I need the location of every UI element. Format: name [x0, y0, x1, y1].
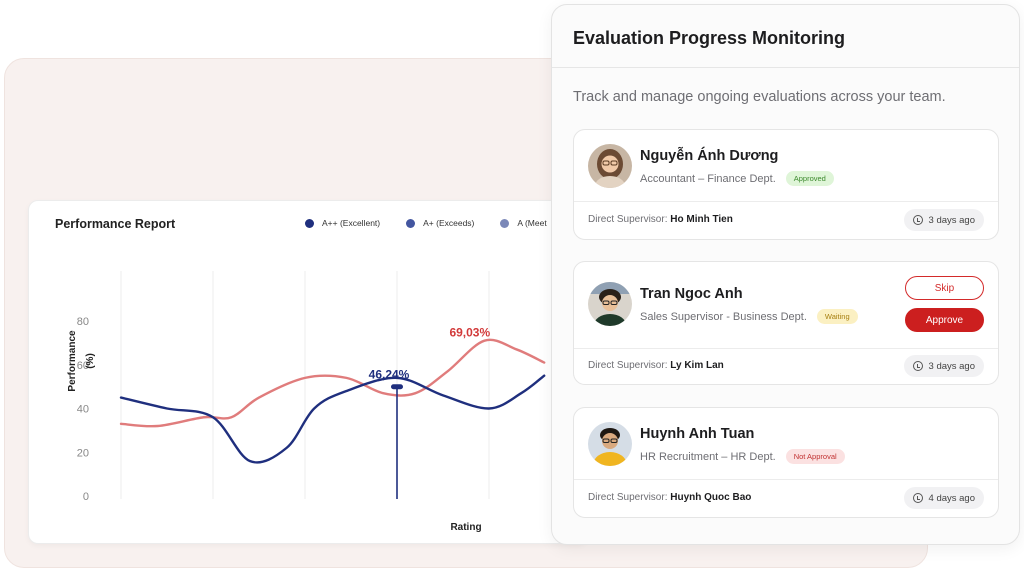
status-badge: Waiting: [816, 309, 858, 324]
avatar: [588, 144, 632, 188]
legend-item[interactable]: A+ (Exceeds): [406, 218, 474, 228]
supervisor-label: Direct Supervisor:: [588, 214, 668, 225]
evaluation-progress-card: Evaluation Progress Monitoring Track and…: [551, 4, 1020, 545]
evaluation-subtitle: Track and manage ongoing evaluations acr…: [573, 89, 946, 105]
legend-dot: [406, 218, 416, 228]
employee-card[interactable]: Nguyễn Ánh Dương Accountant – Finance De…: [573, 129, 999, 240]
supervisor-row: Direct Supervisor: Ho Minh Tien: [588, 214, 733, 225]
divider: [574, 348, 998, 349]
data-label: 46,24%: [369, 367, 410, 381]
legend-item[interactable]: A++ (Excellent): [305, 218, 380, 228]
supervisor-name: Ly Kim Lan: [670, 360, 724, 371]
performance-chart: 020406080Performance (%)Rating46,24%69,03…: [67, 271, 582, 533]
y-tick-label: 80: [77, 316, 89, 328]
avatar-image: [588, 282, 632, 326]
divider: [574, 201, 998, 202]
report-title: Performance Report: [55, 217, 176, 231]
time-ago-pill: 3 days ago: [903, 355, 984, 377]
supervisor-name: Huynh Quoc Bao: [670, 492, 752, 503]
divider: [552, 67, 1019, 68]
employee-role-row: Accountant – Finance Dept. Approved: [640, 171, 834, 186]
y-tick-label: 40: [77, 404, 89, 416]
supervisor-row: Direct Supervisor: Huynh Quoc Bao: [588, 492, 751, 503]
avatar: [588, 282, 632, 326]
employee-role: Accountant – Finance Dept.: [640, 172, 776, 185]
data-label: 69,03%: [449, 325, 490, 339]
y-axis-label-line: Performance: [67, 330, 78, 392]
x-axis-label: Rating: [450, 522, 481, 533]
supervisor-name: Ho Minh Tien: [670, 214, 733, 225]
clock-icon: [912, 493, 923, 503]
employee-card[interactable]: Huynh Anh Tuan HR Recruitment – HR Dept.…: [573, 407, 999, 518]
legend-dot: [500, 218, 510, 228]
employee-role-row: Sales Supervisor - Business Dept. Waitin…: [640, 309, 858, 324]
divider: [574, 479, 998, 480]
chart-legend: A++ (Excellent) A+ (Exceeds) A (Meet: [305, 218, 547, 228]
performance-report-card: 0 20 40 60 80 Performance (%) Rating 46,24% 69,03…: [28, 200, 588, 544]
employee-role: HR Recruitment – HR Dept.: [640, 450, 776, 463]
employee-name: Nguyễn Ánh Dương: [640, 148, 779, 164]
hover-marker: [391, 384, 403, 390]
employee-name: Tran Ngoc Anh: [640, 286, 743, 302]
clock-icon: [912, 361, 923, 371]
time-ago: 3 days ago: [928, 360, 975, 372]
skip-button[interactable]: Skip: [905, 276, 984, 300]
avatar: [588, 422, 632, 466]
employee-role: Sales Supervisor - Business Dept.: [640, 310, 807, 323]
legend-label: A+ (Exceeds): [423, 218, 475, 228]
approve-button[interactable]: Approve: [905, 308, 984, 332]
status-badge: Approved: [785, 171, 834, 186]
y-axis-label-line: (%): [85, 353, 96, 369]
employee-role-row: HR Recruitment – HR Dept. Not Approval: [640, 449, 845, 464]
supervisor-row: Direct Supervisor: Ly Kim Lan: [588, 360, 724, 371]
legend-label: A (Meet: [517, 218, 547, 228]
legend-item[interactable]: A (Meet: [500, 218, 547, 228]
avatar-image: [588, 422, 632, 466]
y-tick-label: 20: [77, 447, 89, 459]
series-line: [119, 374, 546, 464]
time-ago-pill: 4 days ago: [903, 487, 984, 509]
series-line: [119, 338, 546, 428]
supervisor-label: Direct Supervisor:: [588, 492, 668, 503]
y-tick-label: 0: [83, 491, 89, 503]
supervisor-label: Direct Supervisor:: [588, 360, 668, 371]
employee-card[interactable]: Tran Ngoc Anh Sales Supervisor - Busines…: [573, 261, 999, 385]
time-ago-pill: 3 days ago: [903, 209, 984, 231]
time-ago: 4 days ago: [928, 492, 975, 504]
avatar-image: [588, 144, 632, 188]
clock-icon: [912, 215, 923, 225]
legend-dot: [305, 218, 314, 228]
status-badge: Not Approval: [785, 449, 845, 464]
employee-name: Huynh Anh Tuan: [640, 426, 755, 442]
time-ago: 3 days ago: [928, 214, 975, 226]
evaluation-title: Evaluation Progress Monitoring: [573, 28, 846, 48]
legend-label: A++ (Excellent): [322, 218, 381, 228]
